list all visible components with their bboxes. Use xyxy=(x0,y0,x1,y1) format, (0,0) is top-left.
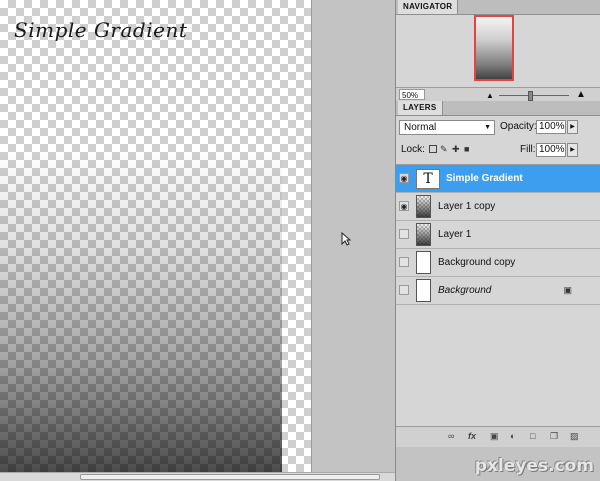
opacity-stepper[interactable]: ▶ xyxy=(567,120,578,134)
lock-icon: ▣ xyxy=(563,285,572,295)
adjustment-icon[interactable]: ◐ xyxy=(510,431,515,441)
text-layer-thumbnail-icon: T xyxy=(416,169,440,189)
tab-navigator[interactable]: NAVIGATOR xyxy=(398,0,459,14)
navigator-panel: NAVIGATOR 50% ▲ ▲ xyxy=(395,0,600,102)
fill-stepper[interactable]: ▶ xyxy=(567,143,578,157)
lock-all-icon[interactable]: ■ xyxy=(464,144,469,154)
opacity-label: Opacity: xyxy=(500,121,537,132)
mouse-cursor-icon xyxy=(341,232,351,246)
canvas-title-text: Simple Gradient xyxy=(14,18,188,42)
eye-icon[interactable]: ◉ xyxy=(399,173,409,183)
layer-name: Layer 1 copy xyxy=(438,201,496,212)
zoom-input[interactable]: 50% xyxy=(399,89,425,100)
layer-row-layer-1-copy[interactable]: ◉ Layer 1 copy xyxy=(396,193,600,221)
canvas-edge xyxy=(311,0,312,472)
visibility-toggle[interactable] xyxy=(399,285,409,295)
lock-label: Lock: xyxy=(401,144,425,155)
layer-name: Background xyxy=(438,285,492,296)
opacity-input[interactable]: 100% xyxy=(536,120,566,134)
fill-input[interactable]: 100% xyxy=(536,143,566,157)
gradient-layer-render xyxy=(0,150,282,472)
watermark-text: pxleyes.com xyxy=(474,456,594,476)
zoom-in-icon[interactable]: ▲ xyxy=(576,89,586,100)
layers-panel: LAYERS Normal ▼ Opacity: 100% ▶ Lock: ✎ … xyxy=(395,101,600,447)
zoom-slider-knob[interactable] xyxy=(528,91,533,101)
mask-icon[interactable]: ▣ xyxy=(490,431,499,442)
navigator-footer: 50% ▲ ▲ xyxy=(396,87,600,102)
layer-row-background-copy[interactable]: Background copy xyxy=(396,249,600,277)
eye-icon[interactable]: ◉ xyxy=(399,201,409,211)
layers-tab-bar: LAYERS xyxy=(396,101,600,116)
layer-list: ◉ T Simple Gradient ◉ Layer 1 copy Layer… xyxy=(396,164,600,437)
layer-name: Simple Gradient xyxy=(446,173,523,184)
layer-thumbnail xyxy=(416,223,431,246)
layer-name: Background copy xyxy=(438,257,516,268)
folder-icon[interactable]: □ xyxy=(530,431,535,441)
layers-controls: Normal ▼ Opacity: 100% ▶ Lock: ✎ ✚ ■ Fil… xyxy=(396,116,600,164)
layer-row-simple-gradient[interactable]: ◉ T Simple Gradient xyxy=(396,165,600,193)
zoom-slider-track[interactable] xyxy=(499,95,569,96)
layer-thumbnail xyxy=(416,251,431,274)
trash-icon[interactable]: ▨ xyxy=(570,431,579,442)
layer-thumbnail xyxy=(416,195,431,218)
visibility-toggle[interactable] xyxy=(399,257,409,267)
link-icon[interactable]: ∞ xyxy=(448,431,454,441)
blend-mode-select[interactable]: Normal ▼ xyxy=(399,120,495,135)
layer-row-background[interactable]: Background ▣ xyxy=(396,277,600,305)
new-layer-icon[interactable]: ❐ xyxy=(550,431,558,442)
horizontal-scrollbar[interactable] xyxy=(0,472,395,481)
visibility-toggle[interactable] xyxy=(399,229,409,239)
navigator-view-box[interactable] xyxy=(474,15,514,81)
blend-mode-value: Normal xyxy=(404,122,437,133)
navigator-preview-area xyxy=(396,15,600,87)
lock-move-icon[interactable]: ✚ xyxy=(452,144,460,155)
fill-label: Fill: xyxy=(520,144,536,155)
layers-footer: ∞ fx ▣ ◐ □ ❐ ▨ xyxy=(396,426,600,447)
lock-transparent-icon[interactable] xyxy=(429,145,437,153)
navigator-tab-bar: NAVIGATOR xyxy=(396,0,600,15)
zoom-out-icon[interactable]: ▲ xyxy=(486,91,494,100)
tab-layers[interactable]: LAYERS xyxy=(398,101,443,115)
layer-row-layer-1[interactable]: Layer 1 xyxy=(396,221,600,249)
lock-brush-icon[interactable]: ✎ xyxy=(440,144,448,155)
fx-icon[interactable]: fx xyxy=(468,431,476,441)
chevron-down-icon: ▼ xyxy=(484,124,491,131)
layer-thumbnail xyxy=(416,279,431,302)
layer-name: Layer 1 xyxy=(438,229,472,240)
scrollbar-thumb[interactable] xyxy=(80,474,380,480)
document-canvas[interactable]: Simple Gradient xyxy=(0,0,311,472)
